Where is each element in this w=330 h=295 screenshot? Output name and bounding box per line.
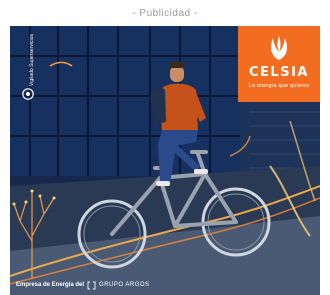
footer-strip: Empresa de Energía del GRUPO ARGOS <box>16 280 150 290</box>
superservicios-seal-icon <box>22 88 34 100</box>
regulator-text: Vigilado Superservicios <box>29 34 35 86</box>
regulator-badge: Vigilado Superservicios <box>20 34 42 104</box>
footer-empresa-text: Empresa de Energía del <box>16 282 85 288</box>
celsia-logo-box[interactable]: CELSIA La energía que quieres <box>238 26 320 102</box>
brand-name: CELSIA <box>249 65 309 80</box>
celsia-flame-logo-icon <box>271 36 287 60</box>
celsia-ad-banner[interactable]: Vigilado Superservicios CELSIA La energí… <box>10 26 320 295</box>
grupo-argos-bracket-icon <box>87 281 96 289</box>
brand-tagline: La energía que quieres <box>248 83 310 89</box>
advertisement-label: - Publicidad - <box>132 8 198 19</box>
footer-group-name: GRUPO ARGOS <box>99 282 150 288</box>
